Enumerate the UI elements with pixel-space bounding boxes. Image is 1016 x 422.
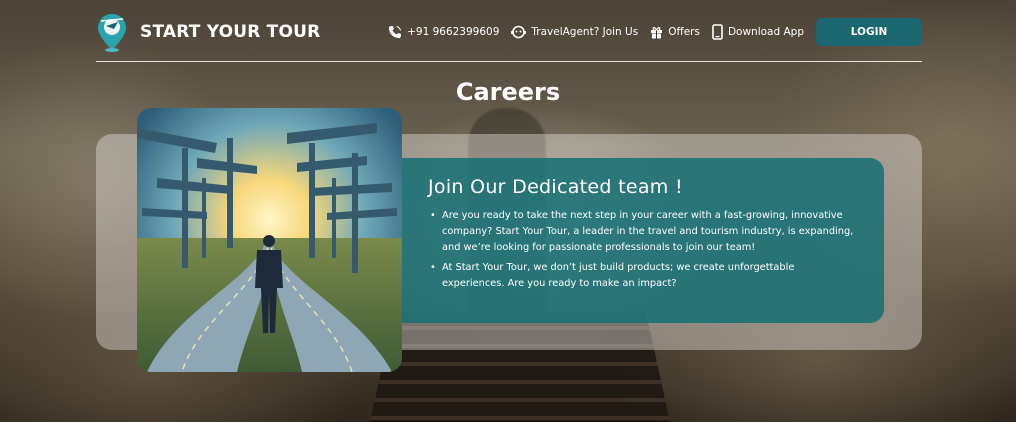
join-team-title: Join Our Dedicated team ! bbox=[428, 176, 683, 198]
travel-agent-link[interactable]: TravelAgent? Join Us bbox=[511, 25, 638, 39]
offers-link[interactable]: Offers bbox=[650, 26, 700, 39]
crossroads-image bbox=[137, 108, 402, 372]
travel-agent-label: TravelAgent? Join Us bbox=[531, 26, 639, 38]
site-header: START YOUR TOUR +91 9662399609 TravelAge… bbox=[96, 0, 922, 62]
bullet-item: Are you ready to take the next step in y… bbox=[428, 208, 858, 256]
mobile-icon bbox=[712, 24, 723, 40]
agent-icon bbox=[511, 25, 527, 39]
brand-name: START YOUR TOUR bbox=[140, 22, 321, 42]
offers-label: Offers bbox=[668, 26, 700, 38]
join-team-bullets: Are you ready to take the next step in y… bbox=[428, 208, 858, 292]
phone-link[interactable]: +91 9662399609 bbox=[388, 25, 499, 39]
page-title: Careers bbox=[455, 78, 561, 106]
top-nav: +91 9662399609 TravelAgent? Join Us Offe… bbox=[388, 18, 922, 46]
join-team-card: Join Our Dedicated team ! Are you ready … bbox=[402, 158, 884, 323]
brand[interactable]: START YOUR TOUR bbox=[96, 12, 320, 52]
phone-label: +91 9662399609 bbox=[407, 26, 500, 38]
download-app-link[interactable]: Download App bbox=[712, 24, 804, 40]
download-app-label: Download App bbox=[727, 26, 804, 38]
map-pin-logo-icon bbox=[96, 12, 128, 52]
login-button[interactable]: LOGIN bbox=[816, 18, 922, 46]
gift-icon bbox=[651, 26, 663, 39]
phone-icon bbox=[389, 26, 402, 38]
bullet-item: At Start Your Tour, we don’t just build … bbox=[428, 260, 858, 292]
